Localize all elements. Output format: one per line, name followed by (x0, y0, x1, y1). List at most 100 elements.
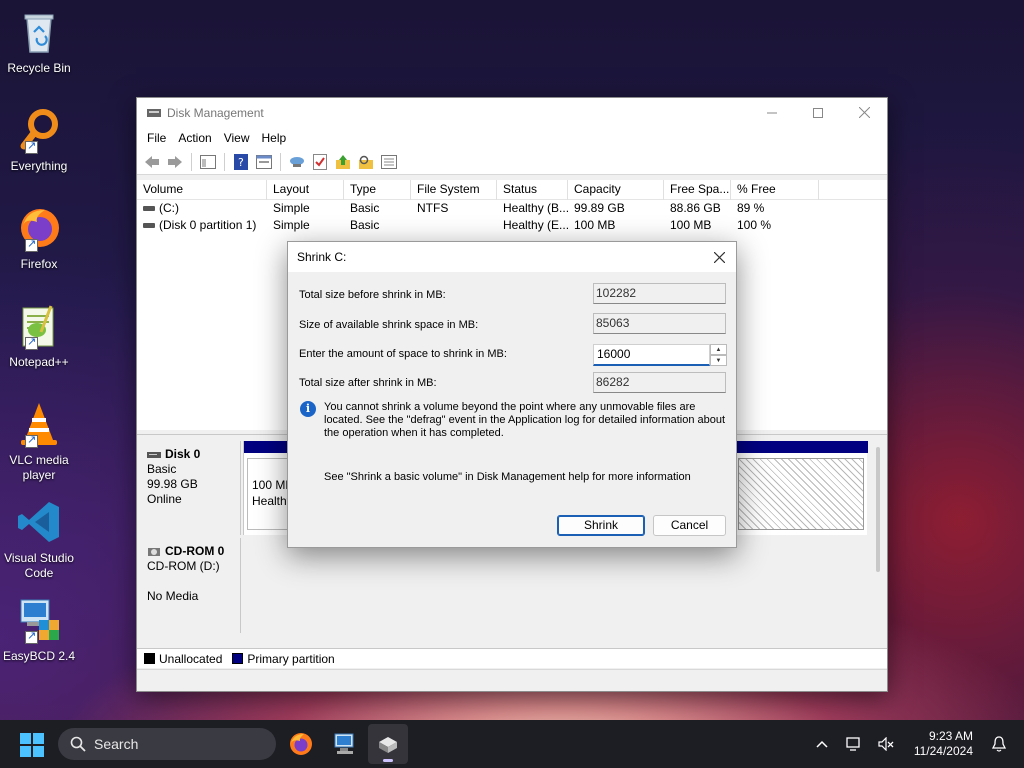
clock[interactable]: 9:23 AM 11/24/2024 (914, 729, 973, 759)
status-bar (137, 669, 887, 691)
taskbar-disk-management[interactable] (368, 724, 408, 764)
taskbar-firefox[interactable] (281, 724, 321, 764)
column-file-system[interactable]: File System (411, 180, 497, 200)
network-display-icon (846, 737, 860, 751)
shortcut-arrow-icon (25, 139, 38, 154)
system-tray: 9:23 AM 11/24/2024 (806, 720, 1024, 768)
computer-icon (334, 733, 354, 754)
connect-button[interactable] (287, 152, 307, 172)
notifications-button[interactable] (988, 733, 1010, 755)
column-percent-free[interactable]: % Free (731, 180, 819, 200)
taskbar-this-pc[interactable] (325, 724, 365, 764)
menu-bar: File Action View Help (137, 127, 887, 149)
partition-c-selected[interactable] (738, 458, 864, 530)
close-button[interactable] (841, 98, 887, 127)
forward-button[interactable] (165, 152, 185, 172)
forward-arrow-icon (168, 155, 182, 168)
cdrom-icon (148, 547, 160, 556)
volume-name: (Disk 0 partition 1) (159, 218, 257, 232)
disk-management-icon (379, 737, 397, 753)
minimize-button[interactable] (749, 98, 795, 127)
shrink-amount-label: Enter the amount of space to shrink in M… (299, 348, 507, 360)
table-row[interactable]: (C:) Simple Basic NTFS Healthy (B... 99.… (137, 200, 887, 217)
available-shrink-space-label: Size of available shrink space in MB: (299, 319, 479, 331)
cancel-button[interactable]: Cancel (653, 515, 726, 536)
table-row[interactable]: (Disk 0 partition 1) Simple Basic Health… (137, 217, 887, 234)
cell-capacity: 100 MB (574, 218, 616, 232)
cell-layout: Simple (273, 201, 310, 215)
show-hidden-icons-button[interactable] (811, 733, 833, 755)
caret-down-icon: ▼ (715, 357, 722, 364)
cell-volume: (C:) (137, 200, 267, 217)
spin-down-button[interactable]: ▼ (710, 355, 727, 366)
disk-status: Online (147, 492, 182, 506)
properties-button[interactable] (254, 152, 274, 172)
svg-text:?: ? (238, 156, 244, 169)
column-free-space[interactable]: Free Spa... (664, 180, 731, 200)
cell-percent-free: 89 % (737, 201, 765, 215)
cell-layout: Simple (273, 218, 310, 232)
menu-help[interactable]: Help (256, 131, 293, 145)
firefox-icon (290, 733, 312, 755)
dialog-close-button[interactable] (702, 242, 736, 272)
desktop-icon-vlc[interactable]: VLC media player (2, 400, 76, 483)
desktop-icon-notepadpp[interactable]: Notepad++ (2, 302, 76, 370)
column-status[interactable]: Status (497, 180, 568, 200)
back-button[interactable] (142, 152, 162, 172)
vlc-cone-icon (15, 400, 63, 448)
maximize-button[interactable] (795, 98, 841, 127)
shrink-button[interactable]: Shrink (557, 515, 645, 536)
dialog-titlebar[interactable]: Shrink C: (288, 242, 736, 272)
legend-primary-partition: Primary partition (247, 651, 335, 666)
info-message: You cannot shrink a volume beyond the po… (324, 401, 726, 439)
disk-type: CD-ROM (D:) (147, 559, 220, 573)
disk-size: 99.98 GB (147, 477, 198, 491)
window-titlebar[interactable]: Disk Management (137, 98, 887, 127)
desktop-icon-vscode[interactable]: Visual Studio Code (2, 498, 76, 581)
more-options-button[interactable] (379, 152, 399, 172)
cell-volume: (Disk 0 partition 1) (137, 217, 267, 234)
window-title: Disk Management (167, 105, 264, 120)
volume-name: (C:) (159, 201, 179, 215)
toolbar-separator (224, 152, 225, 171)
shortcut-arrow-icon (25, 433, 38, 448)
disk-0-label[interactable]: Disk 0 Basic 99.98 GB Online (137, 441, 241, 535)
taskbar-search[interactable]: Search (58, 728, 276, 760)
vscode-icon (15, 498, 63, 546)
desktop-icon-firefox[interactable]: Firefox (2, 204, 76, 272)
legend-unallocated: Unallocated (159, 651, 223, 666)
connect-disk-icon (290, 156, 304, 167)
console-tree-button[interactable] (198, 152, 218, 172)
disk-name: CD-ROM 0 (165, 544, 225, 558)
speaker-muted-icon (878, 737, 894, 751)
menu-view[interactable]: View (218, 131, 256, 145)
checklist-button[interactable] (310, 152, 330, 172)
desktop-icon-easybcd[interactable]: EasyBCD 2.4 (2, 596, 76, 664)
shrink-amount-spinner: ▲ ▼ (710, 344, 727, 366)
column-layout[interactable]: Layout (267, 180, 344, 200)
volume-button[interactable] (875, 733, 897, 755)
column-volume[interactable]: Volume (137, 180, 267, 200)
menu-file[interactable]: File (141, 131, 172, 145)
console-tree-icon (200, 154, 216, 169)
graph-scrollbar[interactable] (876, 447, 880, 572)
network-status-button[interactable] (843, 733, 865, 755)
toolbar: ? (137, 149, 887, 175)
shrink-amount-input[interactable]: 16000 (593, 344, 710, 366)
desktop-icon-recycle-bin[interactable]: Recycle Bin (2, 8, 76, 76)
desktop-icon-everything[interactable]: Everything (2, 106, 76, 174)
start-button[interactable] (20, 733, 44, 757)
disk-status: No Media (147, 589, 199, 603)
cdrom-0-label[interactable]: CD-ROM 0 CD-ROM (D:) No Media (137, 538, 241, 633)
menu-action[interactable]: Action (172, 131, 217, 145)
help-button[interactable]: ? (231, 152, 251, 172)
total-size-before-label: Total size before shrink in MB: (299, 289, 446, 301)
column-type[interactable]: Type (344, 180, 411, 200)
available-shrink-space-value: 85063 (593, 313, 726, 334)
total-size-before-value: 102282 (593, 283, 726, 304)
spin-up-button[interactable]: ▲ (710, 344, 727, 355)
up-folder-button[interactable] (333, 152, 353, 172)
partition-status: Healthy (252, 494, 293, 508)
search-folder-button[interactable] (356, 152, 376, 172)
column-capacity[interactable]: Capacity (568, 180, 664, 200)
